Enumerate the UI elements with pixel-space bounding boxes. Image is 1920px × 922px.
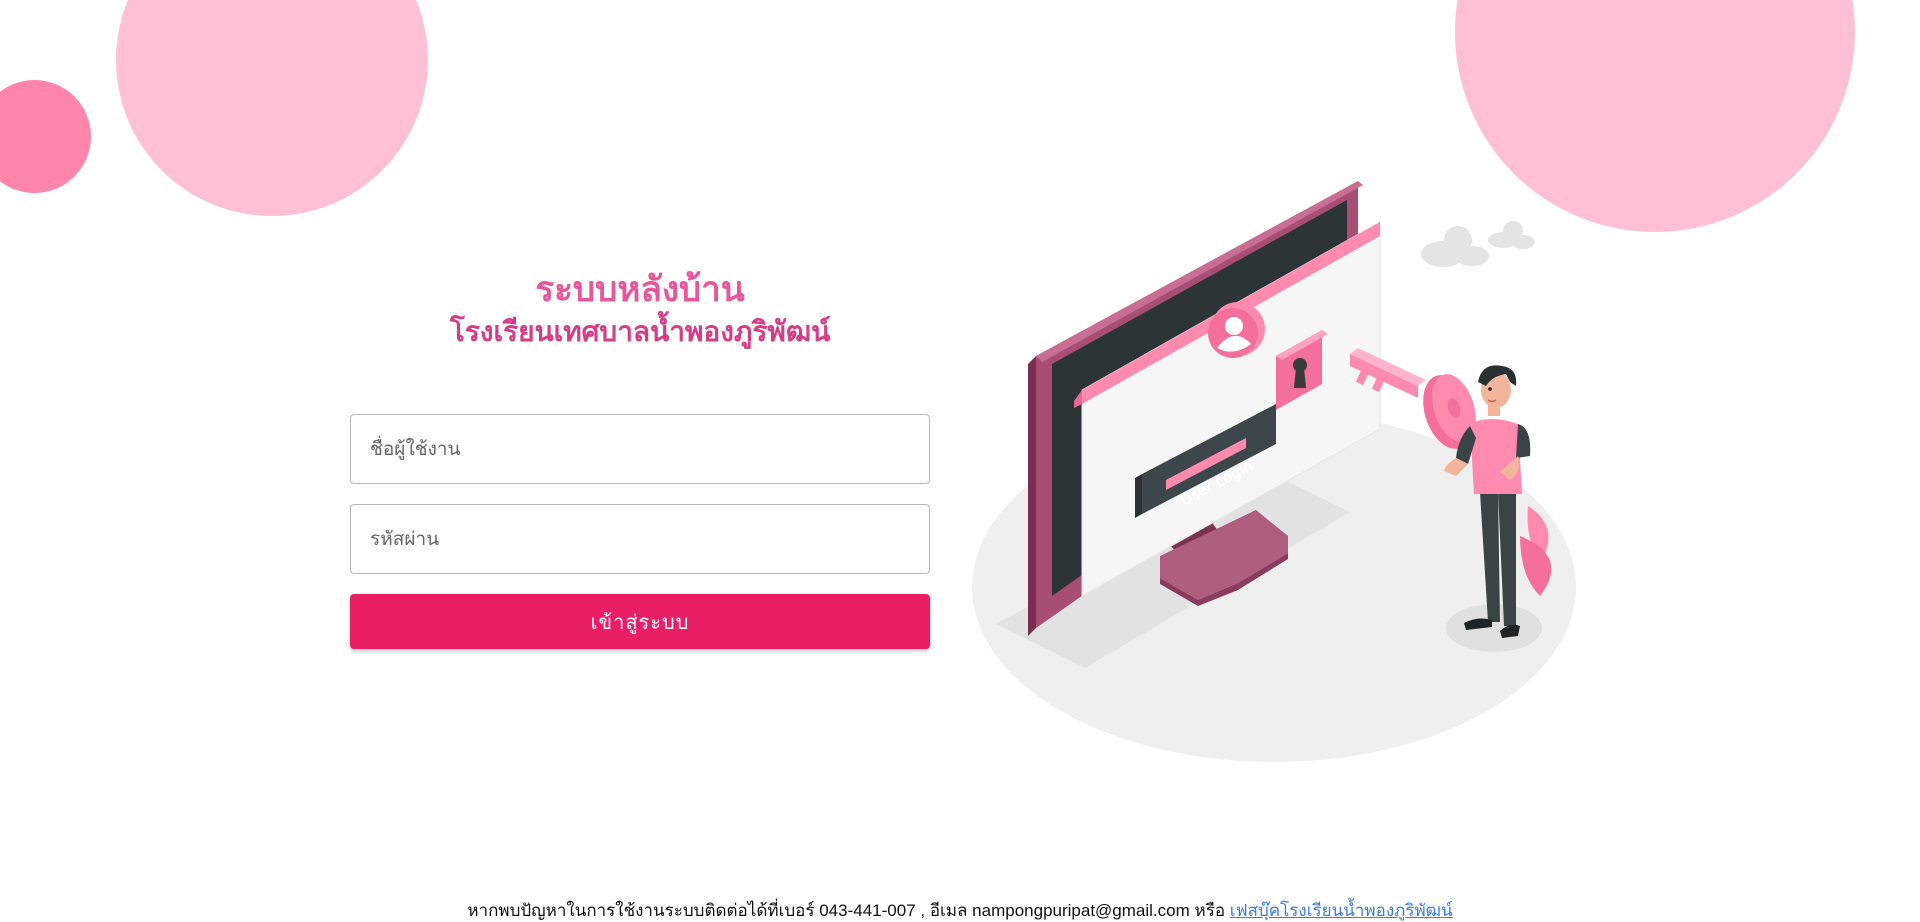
cloud-icon <box>1488 221 1535 249</box>
footer-text: หากพบปัญหาในการใช้งานระบบติดต่อได้ที่เบอ… <box>467 901 1226 920</box>
page-title: ระบบหลังบ้าน <box>535 270 745 310</box>
facebook-link[interactable]: เฟสบุ๊คโรงเรียนน้ำพองภูริพัฒน์ <box>1230 901 1453 920</box>
footer-contact: หากพบปัญหาในการใช้งานระบบติดต่อได้ที่เบอ… <box>0 900 1920 922</box>
login-panel: ระบบหลังบ้าน โรงเรียนเทศบาลน้ำพองภูริพัฒ… <box>350 270 930 649</box>
school-name: โรงเรียนเทศบาลน้ำพองภูริพัฒน์ <box>449 315 831 348</box>
login-page: ระบบหลังบ้าน โรงเรียนเทศบาลน้ำพองภูริพัฒ… <box>0 0 1920 922</box>
decorative-bubble <box>116 0 428 216</box>
user-login-illustration: User Login <box>970 176 1590 776</box>
cloud-icon <box>1421 226 1489 267</box>
login-button[interactable]: เข้าสู่ระบบ <box>350 594 930 649</box>
user-login-illustration-svg: User Login <box>972 181 1576 762</box>
password-input[interactable] <box>350 504 930 574</box>
decorative-bubble <box>0 80 91 193</box>
username-input[interactable] <box>350 414 930 484</box>
